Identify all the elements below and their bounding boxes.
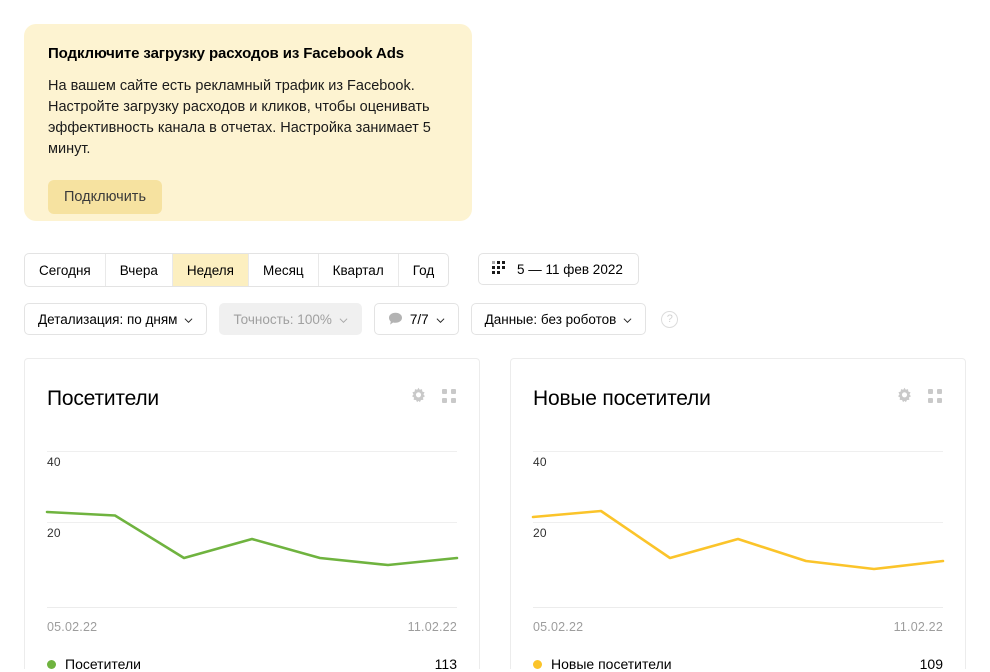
legend-total-value: 113 xyxy=(435,656,457,672)
card-title: Новые посетители xyxy=(533,387,711,411)
legend-color-dot xyxy=(533,660,542,669)
period-tab-month[interactable]: Месяц xyxy=(249,254,319,286)
calendar-grid-icon xyxy=(492,261,506,278)
gear-icon[interactable] xyxy=(895,387,914,411)
chart-legend: Новые посетители 109 xyxy=(533,656,943,672)
x-axis-start: 05.02.22 xyxy=(47,620,97,634)
filter-row: Детализация: по дням Точность: 100% 7/7 … xyxy=(24,303,678,335)
legend-label: Посетители xyxy=(65,656,141,672)
comments-dropdown[interactable]: 7/7 xyxy=(374,303,459,335)
grid-dots-icon[interactable] xyxy=(928,389,943,409)
legend-color-dot xyxy=(47,660,56,669)
legend-total-value: 109 xyxy=(920,656,943,672)
x-axis-labels: 05.02.22 11.02.22 xyxy=(533,607,943,634)
card-actions xyxy=(409,387,457,411)
metric-card-new-visitors: Новые посетители 40 20 05.02. xyxy=(510,358,966,669)
x-axis-end: 11.02.22 xyxy=(408,620,457,634)
metric-card-visitors: Посетители 40 20 05.02.22 xyxy=(24,358,480,669)
period-tabs: Сегодня Вчера Неделя Месяц Квартал Год xyxy=(24,253,449,287)
period-tab-yesterday[interactable]: Вчера xyxy=(106,254,173,286)
period-tab-today[interactable]: Сегодня xyxy=(25,254,106,286)
connect-button[interactable]: Подключить xyxy=(48,180,162,214)
chevron-down-icon xyxy=(436,313,445,322)
gear-icon[interactable] xyxy=(409,387,428,411)
x-axis-start: 05.02.22 xyxy=(533,620,583,634)
facebook-ads-promo-banner: Подключите загрузку расходов из Facebook… xyxy=(24,24,472,221)
card-title: Посетители xyxy=(47,387,159,411)
accuracy-dropdown[interactable]: Точность: 100% xyxy=(219,303,361,335)
period-tab-year[interactable]: Год xyxy=(399,254,449,286)
card-header: Новые посетители xyxy=(533,359,943,411)
new-visitors-series-path xyxy=(533,441,943,601)
comments-count: 7/7 xyxy=(410,312,429,327)
banner-title: Подключите загрузку расходов из Facebook… xyxy=(48,44,448,64)
date-range-picker[interactable]: 5 — 11 фев 2022 xyxy=(478,253,639,285)
legend-entry[interactable]: Посетители xyxy=(47,656,141,672)
series-line-visitors xyxy=(47,512,457,565)
visitors-series-path xyxy=(47,441,457,601)
data-source-label: Данные: без роботов xyxy=(485,312,617,327)
x-axis-end: 11.02.22 xyxy=(894,620,943,634)
banner-description: На вашем сайте есть рекламный трафик из … xyxy=(48,76,438,160)
new-visitors-line-chart: 40 20 xyxy=(533,441,943,601)
chart-legend: Посетители 113 xyxy=(47,656,457,672)
card-header: Посетители xyxy=(47,359,457,411)
chevron-down-icon xyxy=(184,313,193,322)
accuracy-label: Точность: 100% xyxy=(233,312,331,327)
chevron-down-icon xyxy=(339,313,348,322)
chevron-down-icon xyxy=(623,313,632,322)
detail-level-label: Детализация: по дням xyxy=(38,312,177,327)
data-source-dropdown[interactable]: Данные: без роботов xyxy=(471,303,647,335)
question-circle-icon[interactable]: ? xyxy=(661,311,678,328)
date-range-value: 5 — 11 фев 2022 xyxy=(517,262,623,277)
legend-entry[interactable]: Новые посетители xyxy=(533,656,672,672)
grid-dots-icon[interactable] xyxy=(442,389,457,409)
visitors-line-chart: 40 20 xyxy=(47,441,457,601)
period-tab-quarter[interactable]: Квартал xyxy=(319,254,399,286)
speech-bubble-icon xyxy=(388,312,403,326)
detail-level-dropdown[interactable]: Детализация: по дням xyxy=(24,303,207,335)
card-actions xyxy=(895,387,943,411)
legend-label: Новые посетители xyxy=(551,656,672,672)
period-tab-week[interactable]: Неделя xyxy=(173,254,249,286)
x-axis-labels: 05.02.22 11.02.22 xyxy=(47,607,457,634)
series-line-new-visitors xyxy=(533,511,943,569)
